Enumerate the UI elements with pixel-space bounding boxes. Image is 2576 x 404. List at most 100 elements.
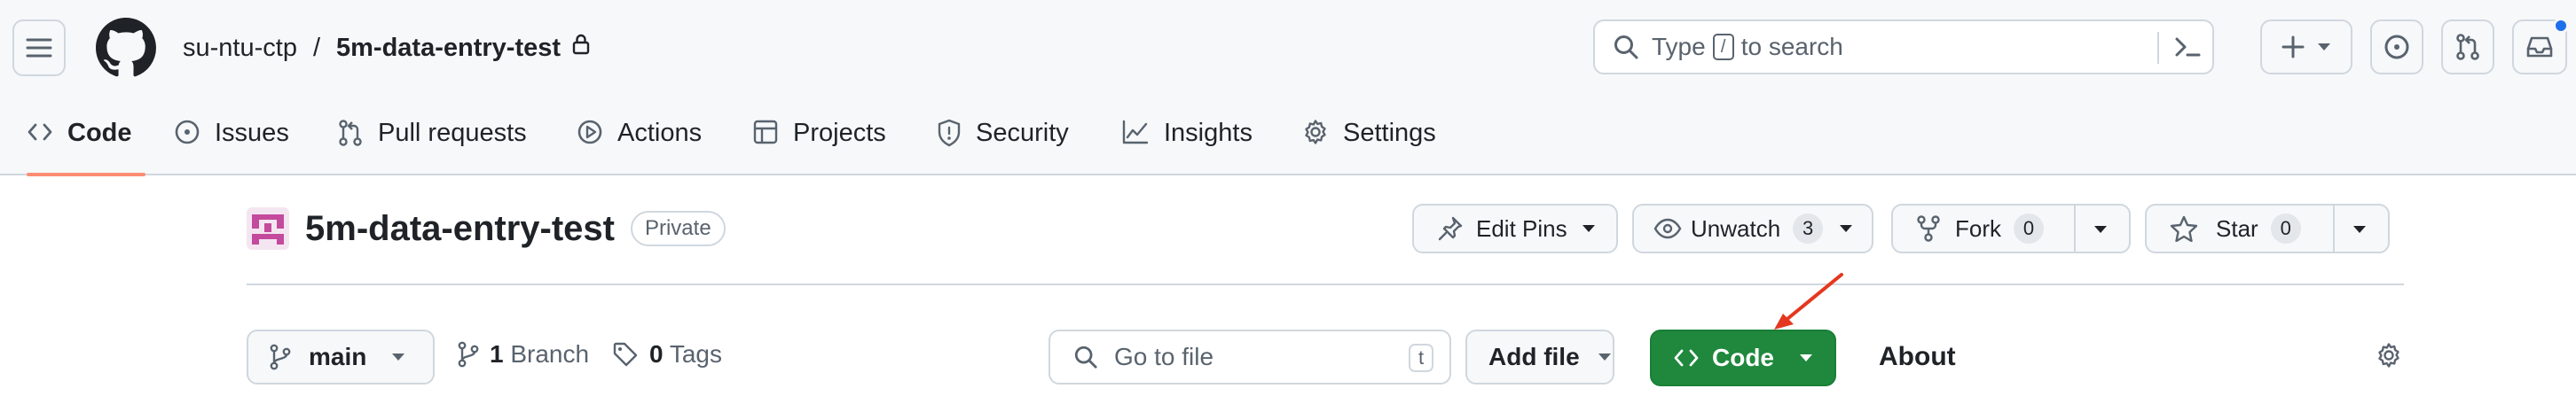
lock-icon [571, 33, 591, 63]
issue-opened-icon [174, 119, 200, 145]
star-label: Star [2216, 214, 2258, 242]
tab-actions[interactable]: Actions [577, 106, 702, 175]
branch-select-button[interactable]: main [247, 330, 435, 385]
go-to-file-input[interactable]: Go to file t [1048, 330, 1451, 385]
notification-dot [2553, 18, 2569, 34]
tab-insights[interactable]: Insights [1121, 106, 1253, 175]
fork-label: Fork [1955, 214, 2001, 242]
tags-link[interactable]: 0 Tags [612, 340, 722, 369]
add-file-label: Add file [1488, 343, 1580, 370]
tag-label: Tags [669, 340, 723, 368]
command-palette-icon[interactable] [2173, 34, 2202, 60]
unwatch-button[interactable]: Unwatch 3 [1632, 204, 1873, 253]
fork-split-divider [2074, 206, 2076, 252]
code-button[interactable]: Code [1650, 330, 1836, 386]
code-button-label: Code [1712, 344, 1774, 371]
search-input[interactable]: Type / to search [1593, 19, 2214, 74]
tab-label: Issues [215, 119, 289, 147]
star-button[interactable]: Star 0 [2145, 204, 2390, 253]
repo-link[interactable]: 5m-data-entry-test [336, 34, 561, 63]
owner-link[interactable]: su-ntu-ctp [183, 34, 297, 63]
plus-icon [2281, 35, 2305, 58]
triangle-down-icon [1799, 354, 1813, 362]
git-branch-icon [270, 344, 291, 370]
tab-label: Actions [617, 119, 703, 147]
search-placeholder: Type / to search [1652, 33, 1843, 61]
repo-title: 5m-data-entry-test Private [247, 207, 726, 250]
triangle-down-icon [1839, 224, 1853, 233]
tab-label: Projects [793, 119, 886, 147]
your-issues-button[interactable] [2370, 19, 2423, 74]
edit-about-gear-icon[interactable] [2376, 342, 2402, 369]
triangle-down-icon [2317, 43, 2331, 51]
tab-projects[interactable]: Projects [752, 106, 886, 175]
branches-link[interactable]: 1 Branch [458, 340, 589, 369]
play-icon [577, 119, 603, 145]
tab-label: Settings [1343, 119, 1436, 147]
notifications-button[interactable] [2512, 18, 2569, 74]
repo-avatar [247, 207, 289, 250]
github-logo-icon[interactable] [96, 18, 156, 78]
tab-label: Pull requests [378, 119, 527, 147]
branch-count: 1 [490, 340, 504, 368]
fork-count: 0 [2014, 214, 2044, 244]
triangle-down-icon[interactable] [2093, 225, 2108, 234]
search-placeholder-suffix: to search [1740, 33, 1843, 60]
git-pull-request-icon [2454, 33, 2481, 61]
triangle-down-icon[interactable] [2352, 225, 2367, 234]
tab-security[interactable]: Security [937, 106, 1069, 175]
tab-label: Security [976, 119, 1069, 147]
your-pull-requests-button[interactable] [2441, 19, 2494, 74]
tab-label: Code [67, 119, 132, 147]
pin-icon [1437, 215, 1464, 242]
create-new-button[interactable] [2260, 19, 2352, 74]
triangle-down-icon [391, 353, 405, 361]
search-icon [1073, 345, 1098, 369]
tab-settings[interactable]: Settings [1302, 106, 1436, 175]
visibility-badge: Private [630, 211, 726, 246]
unwatch-label: Unwatch [1691, 214, 1781, 242]
inbox-icon [2525, 35, 2554, 59]
tab-issues[interactable]: Issues [174, 106, 289, 175]
issue-opened-icon [2384, 34, 2410, 60]
search-shortcut-key: / [1712, 34, 1734, 60]
tag-icon [612, 341, 639, 368]
git-pull-request-icon [337, 119, 364, 147]
graph-icon [1121, 119, 1150, 145]
search-placeholder-prefix: Type [1652, 33, 1706, 60]
breadcrumb-separator: / [312, 33, 321, 62]
code-icon [27, 119, 53, 145]
search-icon [1613, 34, 1639, 60]
breadcrumb: su-ntu-ctp / 5m-data-entry-test [183, 30, 591, 66]
tab-label: Insights [1164, 119, 1253, 147]
annotation-arrow-icon [1771, 271, 1845, 338]
repo-forked-icon [1916, 214, 1941, 243]
shield-icon [937, 119, 962, 147]
current-branch: main [309, 343, 367, 370]
add-file-button[interactable]: Add file [1465, 330, 1614, 385]
edit-pins-label: Edit Pins [1476, 214, 1567, 242]
star-icon [2170, 215, 2198, 242]
star-count: 0 [2270, 214, 2301, 244]
repo-name[interactable]: 5m-data-entry-test [305, 209, 615, 249]
git-branch-icon [458, 341, 479, 368]
watch-count: 3 [1793, 214, 1824, 244]
fork-button[interactable]: Fork 0 [1891, 204, 2131, 253]
go-to-file-shortcut: t [1409, 344, 1433, 372]
open-navigation-button[interactable] [12, 19, 66, 76]
gear-icon [1302, 119, 1329, 145]
about-heading: About [1879, 342, 1956, 371]
table-icon [752, 119, 779, 145]
tab-code[interactable]: Code [27, 106, 145, 176]
code-icon [1673, 345, 1700, 371]
eye-icon [1653, 218, 1682, 239]
triangle-down-icon [1598, 353, 1612, 361]
star-split-divider [2333, 206, 2335, 252]
search-divider [2157, 32, 2159, 64]
section-divider [247, 284, 2404, 285]
edit-pins-button[interactable]: Edit Pins [1412, 204, 1618, 253]
triangle-down-icon [1582, 224, 1596, 233]
tab-pull-requests[interactable]: Pull requests [337, 106, 527, 175]
tag-count: 0 [649, 340, 664, 368]
branch-label: Branch [510, 340, 590, 368]
